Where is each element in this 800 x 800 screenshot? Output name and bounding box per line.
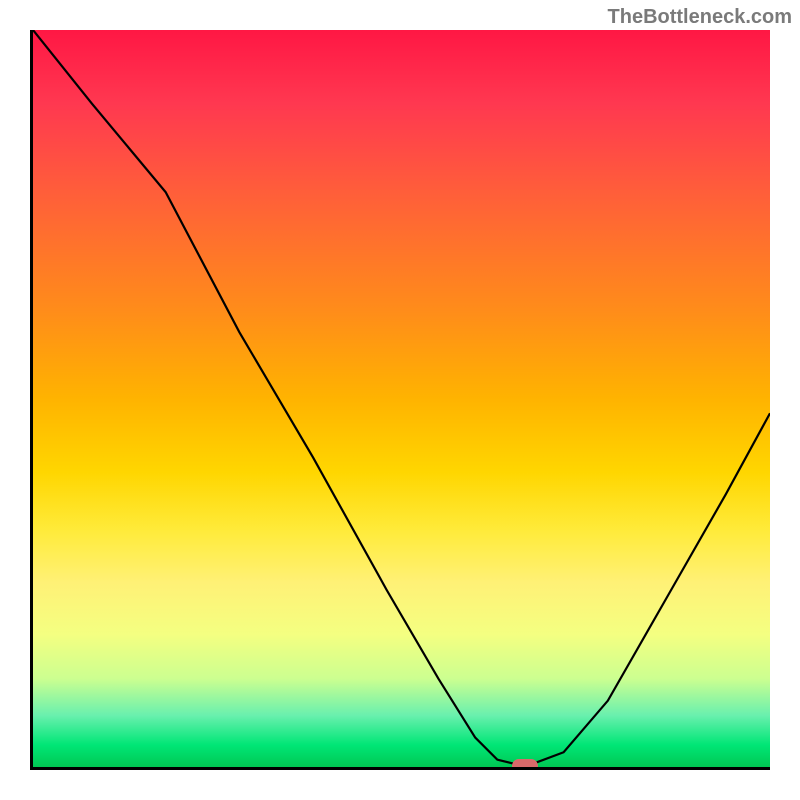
chart-curve-svg [33, 30, 770, 767]
chart-plot-area [30, 30, 770, 770]
chart-marker-point [512, 759, 538, 770]
bottleneck-curve-line [33, 30, 770, 763]
watermark-text: TheBottleneck.com [608, 6, 792, 29]
